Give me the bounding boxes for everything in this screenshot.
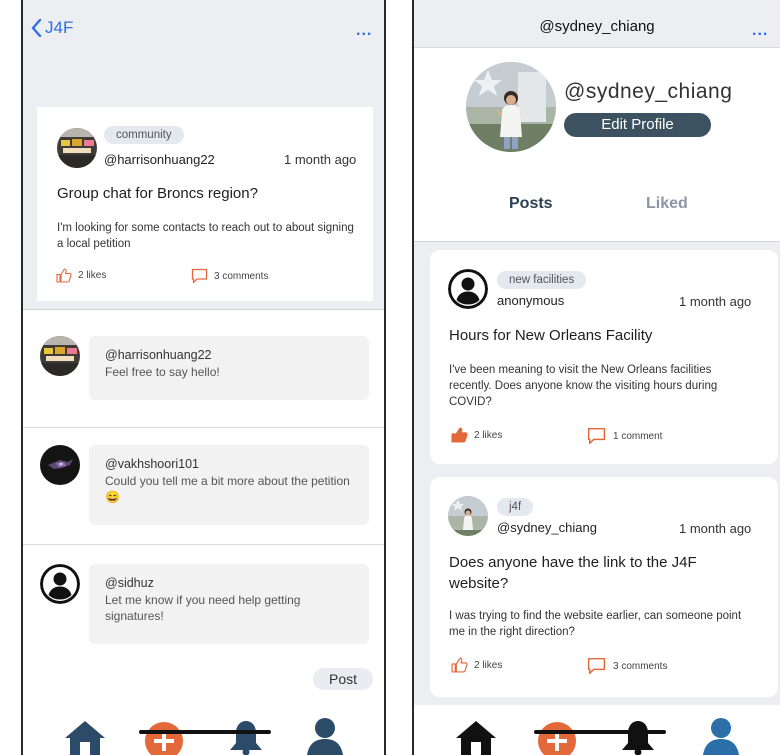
right-phone-screen: @sydney_chiang ... @sydney_chiang Edit P… <box>412 0 780 755</box>
comments-button[interactable]: 3 comments <box>586 657 667 675</box>
comments-button[interactable]: 1 comment <box>586 427 662 445</box>
comment-icon <box>191 268 208 284</box>
comment-icon <box>587 427 606 445</box>
default-avatar-icon <box>40 564 80 604</box>
comment-item: @sidhuz Let me know if you need help get… <box>23 545 384 661</box>
category-tag[interactable]: j4f <box>497 498 534 516</box>
bottom-tab-bar <box>414 705 780 755</box>
post-time: 1 month ago <box>679 521 752 536</box>
post-body: I'm looking for some contacts to reach o… <box>57 222 354 250</box>
comment-count: 1 comment <box>613 430 663 442</box>
post-body: I was trying to find the website earlier… <box>449 610 742 638</box>
home-indicator <box>534 730 666 734</box>
comment-item: @vakhshoori101 Could you tell me a bit m… <box>23 428 384 544</box>
bottom-tab-bar <box>23 705 384 755</box>
person-icon[interactable] <box>701 717 741 755</box>
bell-icon[interactable] <box>226 719 266 755</box>
post-card[interactable]: j4f @sydney_chiang 1 month ago Does anyo… <box>430 477 778 697</box>
tab-posts[interactable]: Posts <box>509 195 553 213</box>
back-button[interactable]: J4F <box>31 18 73 38</box>
avatar <box>57 128 97 168</box>
post-title: Does anyone have the link to the J4F web… <box>449 554 697 592</box>
comment-icon <box>587 657 606 675</box>
page-title: @sydney_chiang <box>539 18 655 35</box>
default-avatar-icon <box>448 269 488 309</box>
profile-card: @sydney_chiang Edit Profile Posts Liked <box>414 48 780 242</box>
back-chevron-icon <box>31 19 42 37</box>
profile-username: @sydney_chiang <box>564 80 733 103</box>
like-count: 2 likes <box>78 270 107 281</box>
home-icon[interactable] <box>63 719 107 755</box>
left-phone-screen: J4F ... community @harrisonhuang22 1 mon… <box>21 0 386 755</box>
add-icon[interactable] <box>537 721 577 755</box>
comment-username[interactable]: @harrisonhuang22 <box>105 348 353 362</box>
post-comment-button[interactable]: Post <box>313 668 373 690</box>
like-button[interactable]: 2 likes <box>451 427 502 443</box>
comment-bubble: @sidhuz Let me know if you need help get… <box>89 564 369 644</box>
category-tag[interactable]: community <box>104 126 184 144</box>
comment-username[interactable]: @vakhshoori101 <box>105 457 353 471</box>
comment-text: Could you tell me a bit more about the p… <box>105 474 350 504</box>
edit-profile-button[interactable]: Edit Profile <box>564 113 711 137</box>
thumbs-up-icon <box>56 268 72 283</box>
post-time: 1 month ago <box>679 294 752 309</box>
back-label: J4F <box>45 18 74 37</box>
profile-avatar[interactable] <box>466 62 556 152</box>
comment-item: @harrisonhuang22 Feel free to say hello! <box>23 311 384 427</box>
commenter-avatar <box>40 336 80 376</box>
post-card[interactable]: community @harrisonhuang22 1 month ago G… <box>37 107 373 301</box>
post-time: 1 month ago <box>284 152 357 167</box>
add-icon[interactable] <box>144 721 184 755</box>
post-title: Group chat for Broncs region? <box>57 185 258 202</box>
comment-text: Let me know if you need help getting sig… <box>105 593 301 623</box>
post-username[interactable]: @sydney_chiang <box>497 520 597 535</box>
like-button[interactable]: 2 likes <box>451 657 502 673</box>
tab-liked[interactable]: Liked <box>646 195 688 213</box>
post-username[interactable]: anonymous <box>497 293 564 308</box>
post-username[interactable]: @harrisonhuang22 <box>104 152 215 167</box>
bell-icon[interactable] <box>618 719 658 755</box>
post-card[interactable]: new facilities anonymous 1 month ago Hou… <box>430 250 778 464</box>
thumbs-up-icon <box>451 657 468 673</box>
commenter-avatar <box>40 445 80 485</box>
comments-button[interactable]: 3 comments <box>191 268 268 284</box>
comment-count: 3 comments <box>613 660 668 672</box>
top-bar: @sydney_chiang ... <box>414 0 780 48</box>
like-button[interactable]: 2 likes <box>56 268 106 283</box>
avatar <box>448 496 488 536</box>
post-header-area: J4F ... community @harrisonhuang22 1 mon… <box>23 0 384 310</box>
like-count: 2 likes <box>474 429 503 441</box>
comment-count: 3 comments <box>214 270 269 282</box>
category-tag[interactable]: new facilities <box>497 271 587 289</box>
more-options-button[interactable]: ... <box>752 22 768 40</box>
comment-username[interactable]: @sidhuz <box>105 576 353 590</box>
thumbs-up-icon <box>451 427 468 443</box>
home-icon[interactable] <box>454 719 498 755</box>
post-body: I've been meaning to visit the New Orlea… <box>449 364 718 408</box>
comment-bubble: @vakhshoori101 Could you tell me a bit m… <box>89 445 369 525</box>
comment-bubble: @harrisonhuang22 Feel free to say hello! <box>89 336 369 400</box>
more-options-button[interactable]: ... <box>356 22 372 40</box>
comment-text: Feel free to say hello! <box>105 365 220 379</box>
home-indicator <box>139 730 271 734</box>
post-title: Hours for New Orleans Facility <box>449 327 653 344</box>
person-icon[interactable] <box>305 717 345 755</box>
like-count: 2 likes <box>474 659 503 671</box>
